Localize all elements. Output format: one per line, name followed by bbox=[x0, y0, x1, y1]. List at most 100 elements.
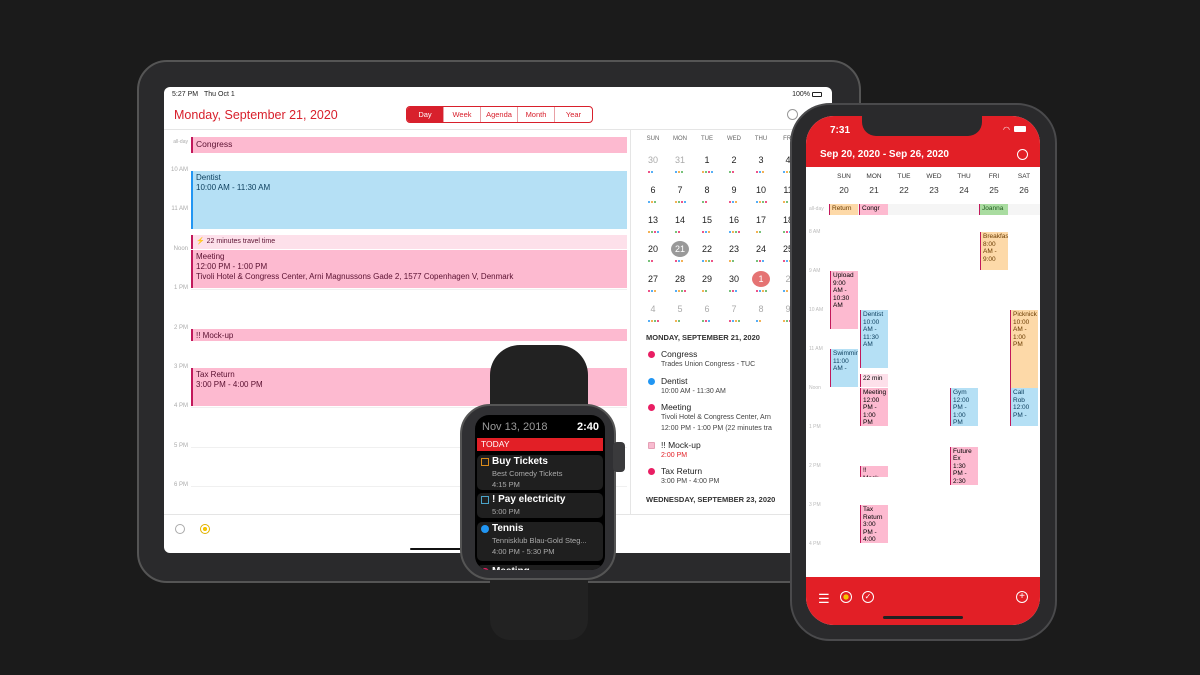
calendar-day[interactable]: 27 bbox=[640, 271, 666, 287]
event-dot bbox=[711, 260, 713, 263]
watch-item[interactable]: ! Pay electricity 5:00 PM bbox=[477, 493, 603, 518]
calendar-day[interactable]: 13 bbox=[640, 212, 666, 228]
page-title: Monday, September 21, 2020 bbox=[174, 108, 338, 122]
tasks-icon[interactable] bbox=[200, 524, 210, 534]
event-block[interactable]: Dentist 10:00 AM - 11:30 AM bbox=[191, 171, 627, 230]
tab-month[interactable]: Month bbox=[518, 107, 555, 122]
event-block[interactable]: Swimming11:00 AM - bbox=[830, 349, 858, 387]
event-block[interactable]: Meeting 12:00 PM - 1:00 PM bbox=[860, 388, 888, 426]
day-number[interactable]: 23 bbox=[919, 185, 949, 195]
watch-item[interactable]: Tennis Tennisklub Blau-Gold Steg... 4:00 P… bbox=[477, 522, 603, 561]
agenda-title[interactable]: !! Mock-up bbox=[661, 440, 701, 450]
event-dot bbox=[651, 260, 653, 263]
calendar-day[interactable]: 6 bbox=[694, 301, 720, 317]
tasks-icon[interactable] bbox=[840, 591, 852, 603]
day-number[interactable]: 25 bbox=[979, 185, 1009, 195]
event-block[interactable]: Breakfast 8:00 AM - 9:00 bbox=[980, 232, 1008, 270]
calendar-day[interactable]: 7 bbox=[721, 301, 747, 317]
item-title: Buy Tickets bbox=[492, 456, 548, 467]
calendar-day[interactable]: 17 bbox=[748, 212, 774, 228]
checkmark-icon[interactable]: ✓ bbox=[862, 591, 874, 603]
day-number[interactable]: 21 bbox=[859, 185, 889, 195]
event-dot bbox=[648, 230, 650, 233]
tab-year[interactable]: Year bbox=[555, 107, 592, 122]
hour-label: Noon bbox=[809, 385, 821, 391]
event-dot bbox=[705, 230, 707, 233]
agenda-title[interactable]: Tax Return bbox=[661, 466, 702, 476]
event-dot bbox=[786, 200, 788, 203]
day-name: MON bbox=[866, 173, 882, 180]
event-block[interactable]: Meeting 12:00 PM - 1:00 PM Tivoli Hotel & … bbox=[191, 249, 627, 289]
calendar-day[interactable]: 21 bbox=[671, 241, 689, 258]
event-block[interactable]: Future Ex 1:30 PM - 2:30 bbox=[950, 446, 978, 485]
event-block[interactable]: !! Mock-up bbox=[191, 328, 627, 342]
calendar-day[interactable]: 7 bbox=[667, 182, 693, 198]
agenda-title[interactable]: Meeting bbox=[661, 402, 691, 412]
week-range-title: Sep 20, 2020 - Sep 26, 2020 bbox=[820, 149, 949, 160]
all-day-event[interactable]: Return bbox=[829, 204, 858, 215]
tab-week[interactable]: Week bbox=[444, 107, 481, 122]
tab-agenda[interactable]: Agenda bbox=[481, 107, 518, 122]
calendar-day[interactable]: 10 bbox=[748, 182, 774, 198]
calendar-day[interactable]: 20 bbox=[640, 241, 666, 257]
calendar-day[interactable]: 23 bbox=[721, 241, 747, 257]
search-icon[interactable] bbox=[1017, 149, 1028, 160]
digital-crown[interactable] bbox=[613, 442, 625, 472]
event-block[interactable]: Gym 12:00 PM - 1:00 PM bbox=[950, 388, 978, 426]
calendar-day[interactable]: 6 bbox=[640, 182, 666, 198]
search-icon[interactable] bbox=[787, 109, 798, 120]
day-number[interactable]: 24 bbox=[949, 185, 979, 195]
calendar-day[interactable]: 22 bbox=[694, 241, 720, 257]
event-dot bbox=[783, 290, 785, 293]
all-day-event[interactable]: Joanna bbox=[979, 204, 1008, 215]
event-title: Picknick bbox=[1013, 311, 1037, 318]
event-block[interactable]: Call Rob 12:00 PM - bbox=[1010, 388, 1038, 426]
add-icon[interactable]: + bbox=[1016, 591, 1028, 603]
day-number[interactable]: 22 bbox=[889, 185, 919, 195]
calendar-day[interactable]: 29 bbox=[694, 271, 720, 287]
event-block[interactable]: Upload 9:00 AM - 10:30 AM bbox=[830, 271, 858, 329]
settings-icon[interactable] bbox=[175, 524, 185, 534]
all-day-event[interactable]: Congr bbox=[859, 204, 888, 215]
event-dot bbox=[648, 290, 650, 293]
calendar-day[interactable]: 30 bbox=[721, 271, 747, 287]
event-block[interactable]: 22 min bbox=[860, 373, 888, 387]
calendar-day[interactable]: 1 bbox=[752, 271, 770, 288]
event-dot bbox=[732, 290, 734, 293]
menu-icon[interactable]: ☰ bbox=[818, 592, 830, 605]
calendar-day[interactable]: 31 bbox=[667, 152, 693, 168]
agenda-title[interactable]: Dentist bbox=[661, 376, 687, 386]
event-block[interactable]: Tax Return 3:00 PM - 4:00 bbox=[860, 505, 888, 543]
all-day-event[interactable]: Congress bbox=[191, 137, 627, 153]
agenda-subtitle: 10:00 AM - 11:30 AM bbox=[661, 387, 726, 395]
calendar-day[interactable]: 28 bbox=[667, 271, 693, 287]
calendar-day[interactable]: 24 bbox=[748, 241, 774, 257]
watch-item[interactable]: Meeting bbox=[477, 565, 603, 570]
calendar-day[interactable]: 15 bbox=[694, 212, 720, 228]
calendar-day[interactable]: 9 bbox=[721, 182, 747, 198]
weekday-label: TUE bbox=[701, 136, 713, 142]
tab-day[interactable]: Day bbox=[407, 107, 444, 122]
event-block[interactable]: !! Mock- bbox=[860, 466, 888, 477]
calendar-day[interactable]: 3 bbox=[748, 152, 774, 168]
calendar-day[interactable]: 8 bbox=[694, 182, 720, 198]
agenda-title[interactable]: Congress bbox=[661, 349, 697, 359]
day-number[interactable]: 20 bbox=[829, 185, 859, 195]
calendar-day[interactable]: 16 bbox=[721, 212, 747, 228]
calendar-day[interactable]: 1 bbox=[694, 152, 720, 168]
day-number[interactable]: 26 bbox=[1009, 185, 1039, 195]
calendar-day[interactable]: 2 bbox=[721, 152, 747, 168]
event-block[interactable]: ⚡ 22 minutes travel time bbox=[191, 235, 627, 249]
event-dot bbox=[756, 290, 758, 293]
watch-item[interactable]: Buy Tickets Best Comedy Tickets 4:15 PM bbox=[477, 455, 603, 490]
calendar-day[interactable]: 8 bbox=[748, 301, 774, 317]
calendar-day[interactable]: 4 bbox=[640, 301, 666, 317]
item-marker bbox=[481, 458, 489, 466]
hour-line bbox=[191, 289, 627, 291]
calendar-day[interactable]: 30 bbox=[640, 152, 666, 168]
event-time: 11:00 AM - bbox=[833, 357, 849, 373]
calendar-day[interactable]: 14 bbox=[667, 212, 693, 228]
calendar-day[interactable]: 5 bbox=[667, 301, 693, 317]
event-block[interactable]: Dentist 10:00 AM - 11:30 AM bbox=[860, 310, 888, 368]
iphone-screen: 7:31 ◠ Sep 20, 2020 - Sep 26, 2020 SUN 20… bbox=[806, 116, 1040, 625]
